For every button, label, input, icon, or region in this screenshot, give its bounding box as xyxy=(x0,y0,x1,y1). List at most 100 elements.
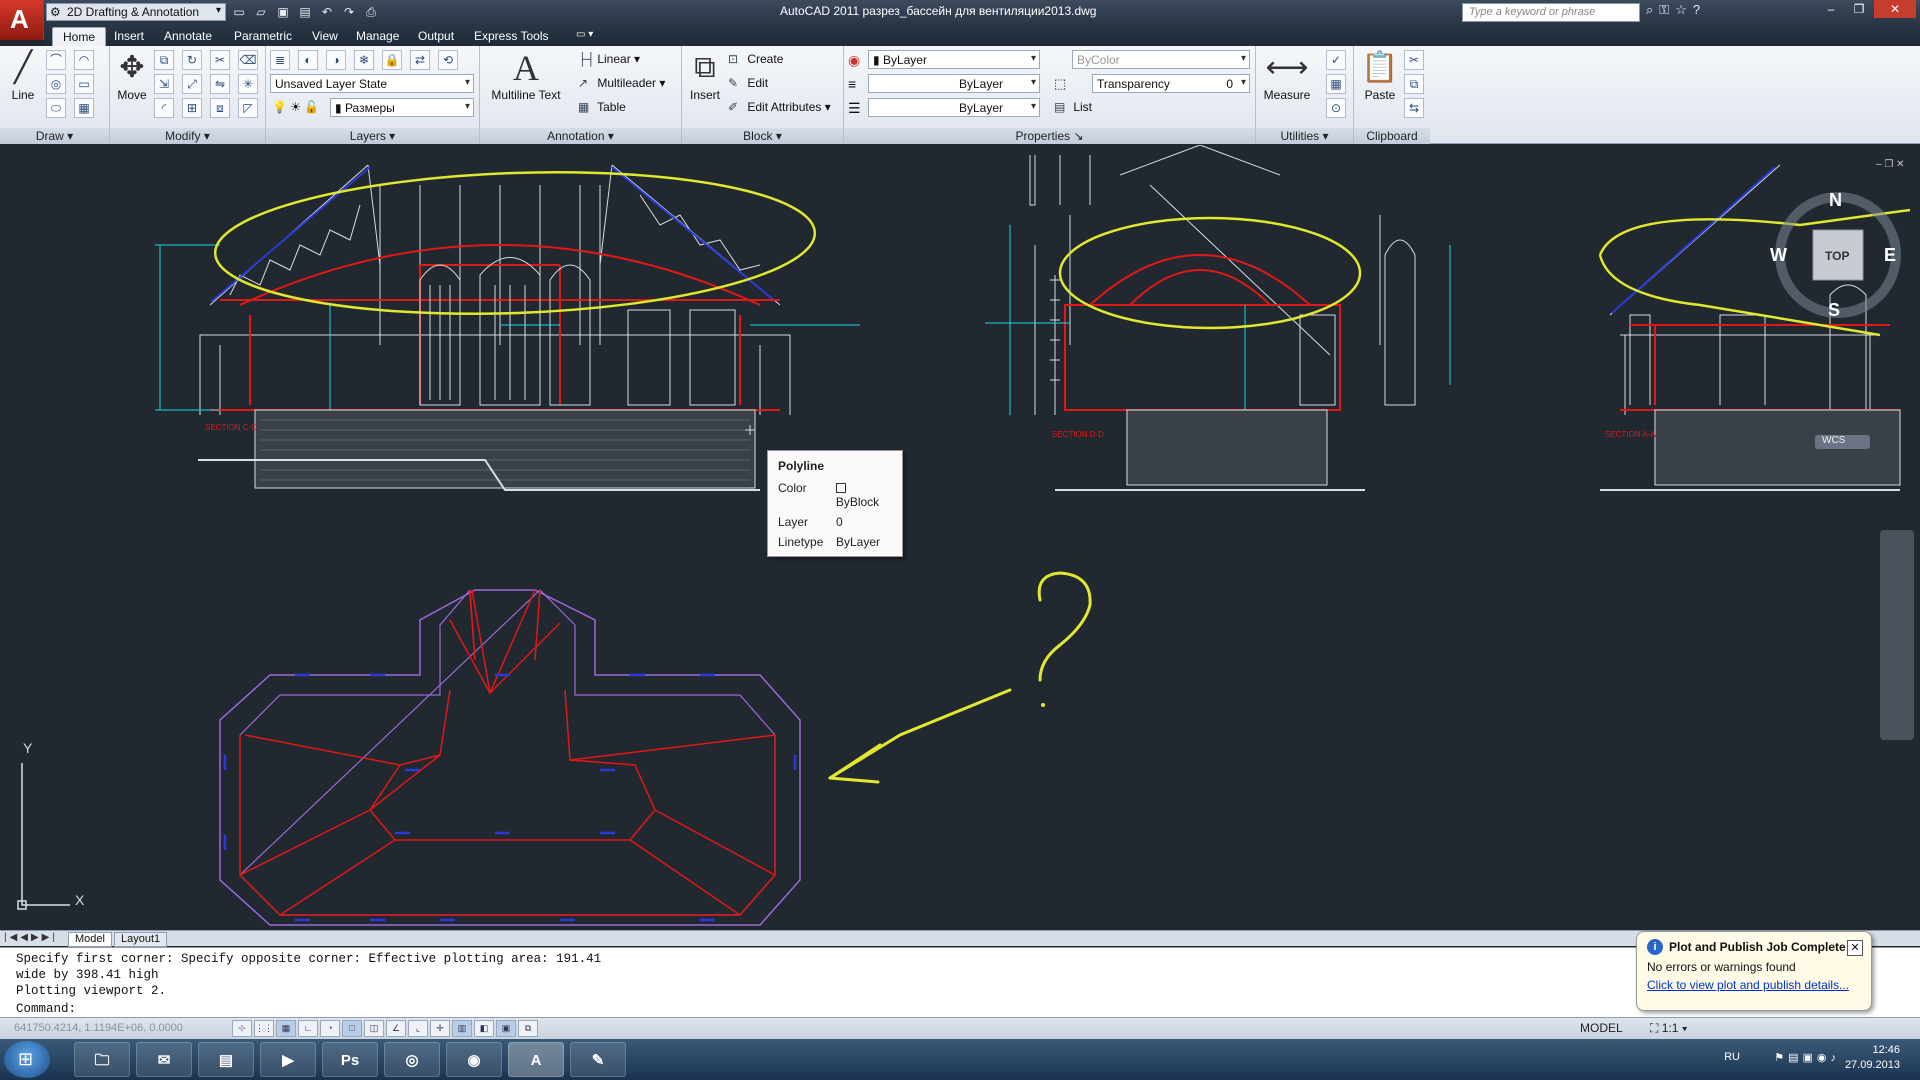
3d-osnap-icon[interactable]: ◫ xyxy=(364,1020,384,1037)
layer-isolate-icon[interactable]: ◑ xyxy=(326,50,346,70)
key-icon[interactable]: ⚿ xyxy=(1659,2,1669,18)
binoculars-icon[interactable]: ⌕ xyxy=(1646,2,1653,18)
dyn-input-icon[interactable]: ✛ xyxy=(430,1020,450,1037)
block-panel-title[interactable]: Block ▾ xyxy=(682,128,843,144)
language-indicator[interactable]: RU xyxy=(1724,1051,1740,1063)
plot-style-select[interactable]: ByColor xyxy=(1072,50,1250,69)
new-icon[interactable]: ▭ xyxy=(230,3,248,21)
command-prompt[interactable]: Command: xyxy=(16,1002,76,1016)
layer-off-icon[interactable]: ◐ xyxy=(298,50,318,70)
application-menu-button[interactable]: A xyxy=(0,0,44,40)
otrack-icon[interactable]: ∠ xyxy=(386,1020,406,1037)
outlook-icon[interactable]: ✉ xyxy=(136,1042,192,1077)
polar-tracking-icon[interactable]: ◔ xyxy=(320,1020,340,1037)
clock-time[interactable]: 12:46 xyxy=(1845,1043,1900,1058)
create-block-button[interactable]: ⊡ Create xyxy=(728,52,783,66)
viewcube-south[interactable]: S xyxy=(1828,300,1840,321)
navigation-bar[interactable] xyxy=(1880,530,1914,740)
tab-output[interactable]: Output xyxy=(408,27,464,46)
match-properties-icon[interactable]: ◉ xyxy=(848,52,860,69)
calculator-icon[interactable]: ▦ xyxy=(1326,74,1346,94)
explode-icon[interactable]: ✳ xyxy=(238,74,258,94)
tab-parametric[interactable]: Parametric xyxy=(224,27,302,46)
viewcube-top-face[interactable]: TOP xyxy=(1825,249,1849,263)
quick-select-icon[interactable]: ✓ xyxy=(1326,50,1346,70)
list-button[interactable]: ▤ List xyxy=(1054,100,1092,114)
multileader-button[interactable]: ↗ Multileader ▾ xyxy=(578,76,665,90)
edit-block-button[interactable]: ✎ Edit xyxy=(728,76,768,90)
wcs-menu[interactable]: WCS xyxy=(1822,435,1845,446)
notes-icon[interactable]: ✎ xyxy=(570,1042,626,1077)
snap-mode-icon[interactable]: ⋮⋮ xyxy=(254,1020,274,1037)
transparency-field[interactable]: Transparency 0 xyxy=(1092,74,1250,93)
model-space-toggle[interactable]: MODEL xyxy=(1580,1021,1623,1035)
viewcube-north[interactable]: N xyxy=(1829,190,1842,211)
utilities-panel-title[interactable]: Utilities ▾ xyxy=(1256,128,1353,144)
grid-display-icon[interactable]: ▦ xyxy=(276,1020,296,1037)
help-icon[interactable]: ? xyxy=(1693,2,1700,18)
close-notification-icon[interactable]: ✕ xyxy=(1847,940,1863,956)
layer-previous-icon[interactable]: ⟲ xyxy=(438,50,458,70)
measure-button[interactable]: ⟷ Measure xyxy=(1262,50,1312,102)
selection-cycling-icon[interactable]: ⧉ xyxy=(518,1020,538,1037)
tab-manage[interactable]: Manage xyxy=(346,27,409,46)
close-icon[interactable]: ✕ xyxy=(1874,0,1916,18)
transparency-toggle-icon[interactable]: ◧ xyxy=(474,1020,494,1037)
edit-attributes-button[interactable]: ✐ Edit Attributes ▾ xyxy=(728,100,831,114)
insert-button[interactable]: ⧉ Insert xyxy=(686,50,724,102)
ribbon-toggle-icon[interactable]: ▭ ▾ xyxy=(566,27,603,46)
clock-date[interactable]: 27.09.2013 xyxy=(1845,1058,1900,1073)
viewcube-east[interactable]: E xyxy=(1884,245,1896,266)
drawing-canvas[interactable]: SECTION C-C SECTION D-D SECTION A-A N S … xyxy=(0,145,1920,930)
draw-panel-title[interactable]: Draw ▾ xyxy=(0,128,109,144)
modify-panel-title[interactable]: Modify ▾ xyxy=(110,128,265,144)
tab-home[interactable]: Home xyxy=(52,27,107,46)
hatch-icon[interactable]: ▦ xyxy=(74,98,94,118)
layers-panel-title[interactable]: Layers ▾ xyxy=(266,128,479,144)
chrome-icon[interactable]: ◉ xyxy=(446,1042,502,1077)
photoshop-icon[interactable]: Ps xyxy=(322,1042,378,1077)
trim-icon[interactable]: ✂ xyxy=(210,50,230,70)
rectangle-icon[interactable]: ▭ xyxy=(74,74,94,94)
quick-properties-icon[interactable]: ▣ xyxy=(496,1020,516,1037)
minimize-icon[interactable]: – xyxy=(1818,0,1844,18)
plot-details-link[interactable]: Click to view plot and publish details..… xyxy=(1647,978,1861,992)
match-icon[interactable]: ⇆ xyxy=(1404,98,1424,118)
layer-bulb-icon[interactable]: 💡 ☀ 🔓 xyxy=(272,100,319,114)
tab-express-tools[interactable]: Express Tools xyxy=(464,27,558,46)
offset-icon[interactable]: ⧈ xyxy=(210,98,230,118)
object-snap-icon[interactable]: □ xyxy=(342,1020,362,1037)
viewport-controls-icon[interactable]: – ❐ ✕ xyxy=(1876,159,1904,170)
chamfer-icon[interactable]: ◸ xyxy=(238,98,258,118)
autocad-taskbar-icon[interactable]: A xyxy=(508,1042,564,1077)
tab-insert[interactable]: Insert xyxy=(104,27,154,46)
copy-icon[interactable]: ⧉ xyxy=(154,50,174,70)
erase-icon[interactable]: ⌫ xyxy=(238,50,258,70)
layer-freeze-icon[interactable]: ❄ xyxy=(354,50,374,70)
media-player-icon[interactable]: ▶ xyxy=(260,1042,316,1077)
table-button[interactable]: ▦ Table xyxy=(578,100,626,114)
clipboard-panel-title[interactable]: Clipboard xyxy=(1354,128,1430,144)
open-icon[interactable]: ▱ xyxy=(252,3,270,21)
properties-panel-title[interactable]: Properties ↘ xyxy=(844,128,1255,144)
circle-icon[interactable]: ◎ xyxy=(46,74,66,94)
layer-lock-icon[interactable]: 🔒 xyxy=(382,50,402,70)
linear-dimension-button[interactable]: ├┤ Linear ▾ xyxy=(578,52,640,66)
tab-layout1[interactable]: Layout1 xyxy=(114,932,168,947)
ellipse-icon[interactable]: ⬭ xyxy=(46,98,66,118)
steam-icon[interactable]: ◎ xyxy=(384,1042,440,1077)
tray-icons[interactable]: ⚑▤▣◉♪ xyxy=(1774,1051,1840,1064)
office-icon[interactable]: ▤ xyxy=(198,1042,254,1077)
linetype-select[interactable]: ByLayer xyxy=(868,98,1040,117)
lineweight-select[interactable]: ByLayer xyxy=(868,74,1040,93)
maximize-icon[interactable]: ❐ xyxy=(1846,0,1872,18)
layer-state-select[interactable]: Unsaved Layer State xyxy=(270,74,474,93)
start-button[interactable]: ⊞ xyxy=(4,1041,50,1078)
infer-constraints-icon[interactable]: ⊹ xyxy=(232,1020,252,1037)
move-button[interactable]: ✥ Move xyxy=(114,50,150,102)
line-button[interactable]: ╱ Line xyxy=(6,50,40,102)
color-select[interactable]: ▮ ByLayer xyxy=(868,50,1040,69)
ortho-mode-icon[interactable]: ∟ xyxy=(298,1020,318,1037)
copy-clip-icon[interactable]: ⧉ xyxy=(1404,74,1424,94)
search-input[interactable]: Type a keyword or phrase xyxy=(1462,3,1640,22)
